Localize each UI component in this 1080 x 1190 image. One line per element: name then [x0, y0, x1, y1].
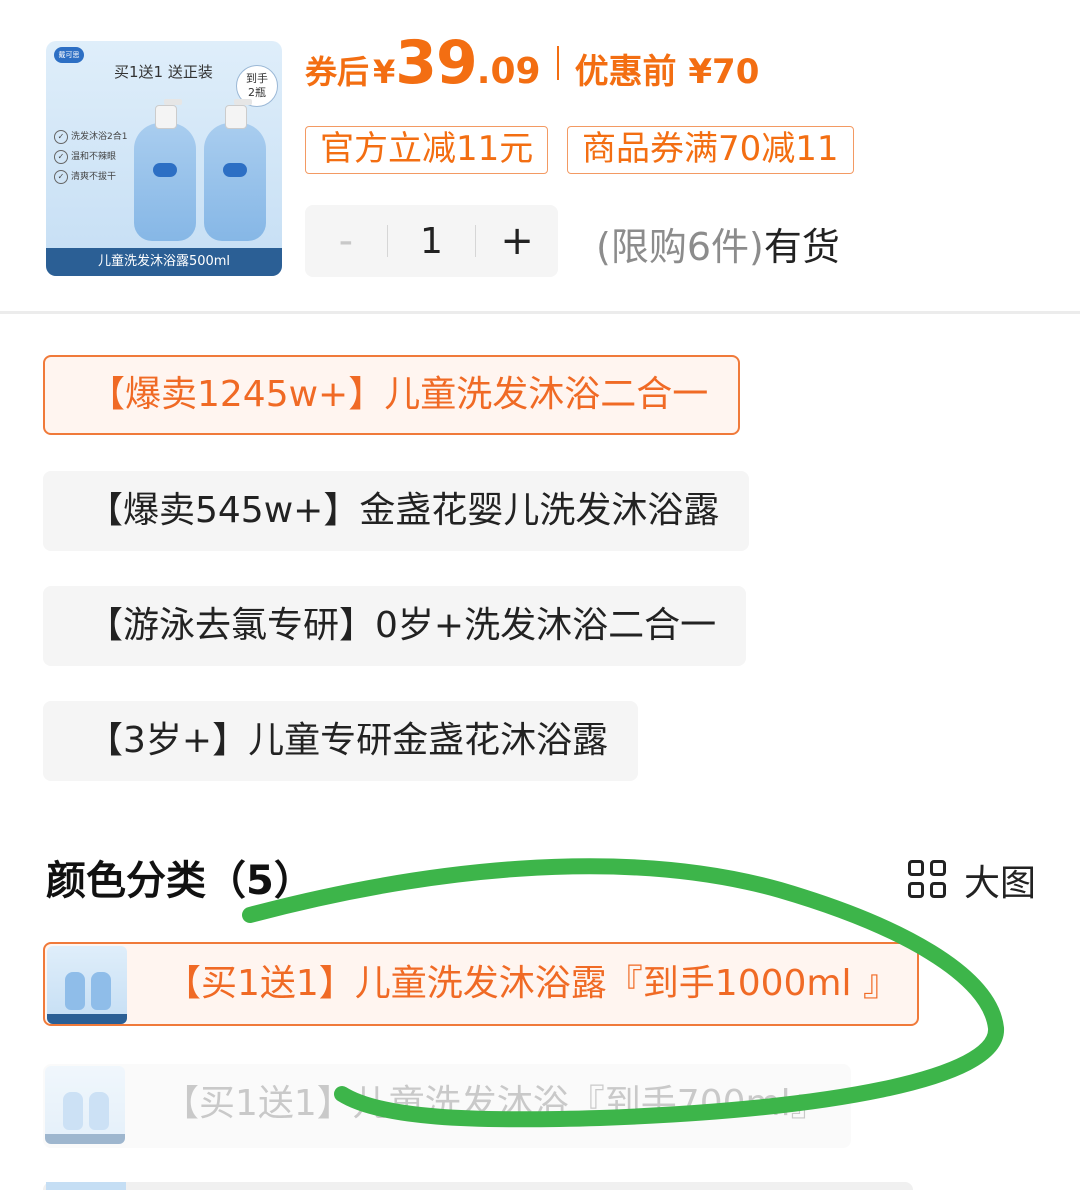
stock-info: (限购6件)有货 — [596, 216, 840, 271]
currency-symbol: ¥ — [373, 53, 396, 91]
bottle-image — [204, 99, 266, 241]
price-integer: 39 — [395, 28, 477, 98]
section-divider — [0, 311, 1080, 314]
badge-line-1: 到手 — [246, 72, 268, 85]
product-thumbnail[interactable]: 戴可思 买1送1 送正装 到手 2瓶 洗发沐浴2合1 温和不辣眼 清爽不拔干 儿… — [46, 41, 282, 276]
variant-chip[interactable]: 【爆卖545w+】金盏花婴儿洗发沐浴露 — [43, 471, 750, 551]
bottle-image — [134, 99, 196, 241]
variant-chip[interactable]: 【3岁+】儿童专研金盏花沐浴露 — [43, 701, 639, 781]
price-decimal: .09 — [476, 51, 541, 92]
thumbnail-feature: 清爽不拔干 — [54, 169, 116, 184]
discount-tag-coupon: 商品券满70减11 — [567, 126, 854, 174]
color-section-title: 颜色分类（5） — [46, 858, 314, 904]
discount-tag-official: 官方立减11元 — [305, 126, 549, 174]
grid-icon — [908, 860, 948, 900]
next-color-option-peek — [43, 1182, 913, 1190]
color-option[interactable]: 【买1送1】儿童洗发沐浴『到手700ml』 — [43, 1064, 851, 1148]
option-thumbnail — [45, 1066, 125, 1144]
purchase-limit: (限购6件) — [596, 225, 764, 269]
product-header: 戴可思 买1送1 送正装 到手 2瓶 洗发沐浴2合1 温和不辣眼 清爽不拔干 儿… — [0, 0, 1080, 312]
variant-chip-selected[interactable]: 【爆卖1245w+】儿童洗发沐浴二合一 — [43, 355, 741, 435]
price-line: 券后 ¥ 39 .09 优惠前 ¥70 — [305, 28, 759, 98]
quantity-value[interactable]: 1 — [388, 221, 476, 262]
quantity-stepper: - 1 + — [305, 205, 558, 277]
next-option-thumbnail-peek — [46, 1182, 126, 1190]
large-image-label: 大图 — [964, 863, 1037, 904]
price-before-discount: 优惠前 ¥70 — [574, 52, 760, 92]
decrease-quantity-button[interactable]: - — [305, 218, 387, 264]
option-thumbnail — [47, 946, 127, 1024]
brand-logo: 戴可思 — [54, 47, 84, 63]
thumbnail-feature: 温和不辣眼 — [54, 149, 116, 164]
thumbnail-caption: 儿童洗发沐浴露500ml — [46, 248, 282, 276]
price-label: 券后 — [305, 53, 370, 91]
increase-quantity-button[interactable]: + — [476, 218, 558, 264]
variant-chip[interactable]: 【游泳去氯专研】0岁+洗发沐浴二合一 — [43, 586, 747, 666]
badge-line-2: 2瓶 — [248, 86, 266, 99]
color-option-label: 【买1送1】儿童洗发沐浴『到手700ml』 — [163, 1083, 827, 1124]
stock-status: 有货 — [763, 225, 840, 269]
thumbnail-feature: 洗发沐浴2合1 — [54, 129, 127, 144]
large-image-toggle[interactable]: 大图 — [908, 854, 1036, 906]
color-option-label: 【买1送1】儿童洗发沐浴露『到手1000ml 』 — [165, 963, 899, 1004]
price-divider — [556, 46, 559, 80]
thumbnail-promo-text: 买1送1 送正装 — [114, 63, 213, 81]
color-option-selected[interactable]: 【买1送1】儿童洗发沐浴露『到手1000ml 』 — [43, 942, 919, 1026]
